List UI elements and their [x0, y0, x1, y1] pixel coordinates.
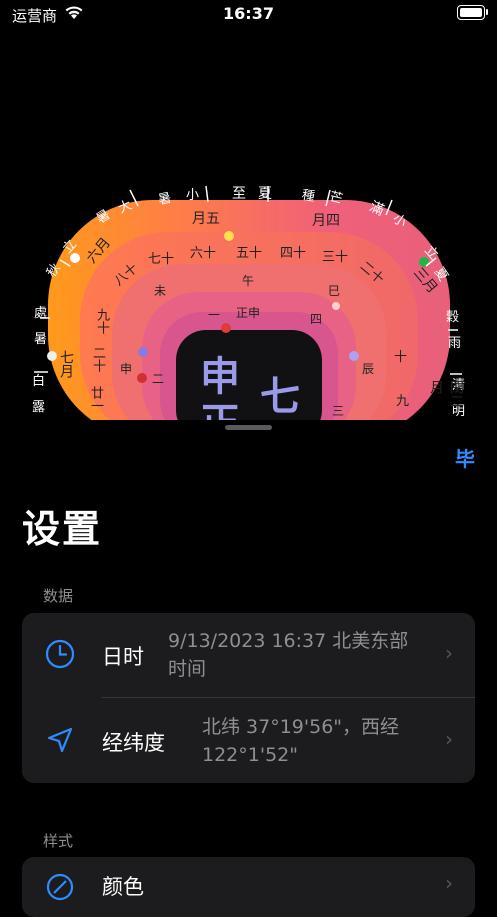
day-label: 三十 [322, 250, 349, 265]
section-label-data: 数据 [43, 587, 74, 605]
term-label: 白 [32, 374, 46, 389]
center-char: 七 [260, 374, 300, 420]
hour-label: 巳 [328, 284, 341, 298]
color-row[interactable]: 颜色 › [22, 857, 475, 917]
location-label: 经纬度 [102, 731, 165, 755]
data-settings-card: 日时 9/13/2023 16:37 北美东部 时间 › 经纬度 北纬 37°1… [22, 613, 475, 783]
location-value-line: 122°1'52" [202, 744, 298, 766]
hour-label: 午 [242, 274, 255, 288]
location-value: 北纬 37°19'56"，西经 122°1'52" [202, 713, 438, 769]
hour-label: 申 [120, 362, 133, 376]
day-label: 六十 [190, 246, 217, 261]
term-label: 至 [232, 186, 246, 202]
calendar-clock-widget[interactable]: 暑 大 暑 小 至 夏 種 芒 滿 小 立 秋 處 暑 白 露 立 夏 穀 雨 … [0, 0, 497, 420]
hour-label: 一 [208, 308, 221, 322]
done-button[interactable]: 毕 [455, 443, 475, 472]
term-label: 夏 [258, 186, 272, 202]
date-time-value-line: 9/13/2023 16:37 北美东部 [168, 630, 409, 652]
hour-label: 正申 [236, 306, 261, 320]
hour-label: 辰 [362, 362, 375, 376]
month-label: 月五 [192, 211, 220, 227]
term-label: 雨 [448, 336, 462, 351]
chevron-right-icon: › [445, 727, 453, 751]
color-label: 颜色 [102, 875, 144, 899]
location-arrow-icon [47, 727, 73, 753]
day-label: 九 [396, 394, 410, 409]
month-label: 七月 [58, 350, 74, 378]
date-time-label: 日时 [102, 645, 144, 669]
location-row[interactable]: 经纬度 北纬 37°19'56"，西经 122°1'52" › [22, 698, 475, 783]
sheet-grabber[interactable] [225, 425, 272, 430]
day-label: 七十 [148, 252, 175, 267]
date-time-row[interactable]: 日时 9/13/2023 16:37 北美东部 时间 › [22, 613, 475, 697]
day-label: 十 [394, 350, 408, 365]
day-label: 九十 [94, 308, 109, 334]
term-label: 處 [34, 306, 48, 321]
hour-label: 三 [332, 404, 345, 418]
chevron-right-icon: › [445, 641, 453, 665]
month-label: 月四 [312, 213, 340, 229]
term-label: 穀 [446, 310, 460, 325]
page-title: 设置 [22, 507, 103, 551]
day-label: 廿一 [88, 386, 103, 412]
center-char: 正 [200, 390, 240, 420]
hour-label: 二 [152, 372, 165, 386]
day-label: 五十 [236, 246, 263, 261]
term-label: 露 [32, 400, 46, 415]
hour-label: 四 [310, 312, 323, 326]
palette-icon [46, 873, 74, 901]
day-label: 四十 [280, 246, 307, 261]
term-label: 暑 [34, 332, 48, 347]
hour-label: 未 [154, 284, 167, 298]
chevron-right-icon: › [445, 871, 453, 895]
section-label-style: 样式 [43, 832, 74, 850]
day-label: 二十 [90, 346, 105, 372]
date-time-value: 9/13/2023 16:37 北美东部 时间 [168, 627, 438, 683]
clock-icon [45, 639, 75, 669]
date-time-value-line: 时间 [168, 658, 207, 680]
style-settings-card: 颜色 › [22, 857, 475, 917]
term-label: 小 [186, 188, 200, 203]
location-value-line: 北纬 37°19'56"，西经 [202, 716, 400, 738]
month-label: 閏二月 [428, 380, 464, 408]
